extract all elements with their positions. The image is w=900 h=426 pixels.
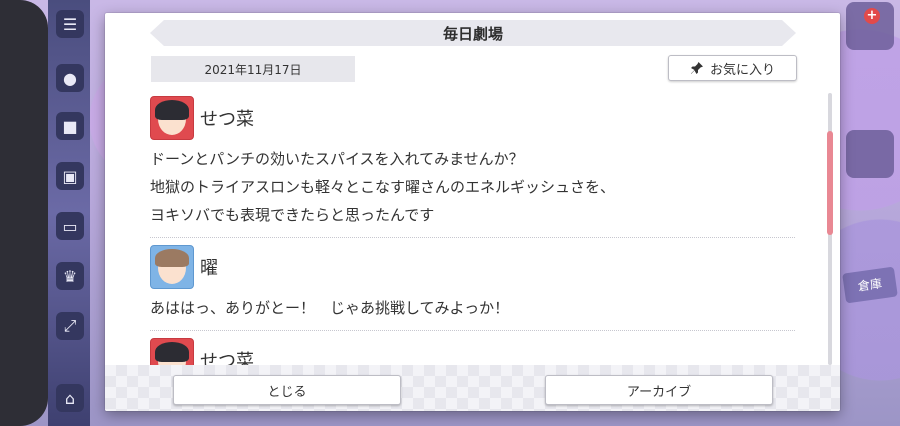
dialogue-line: ヨキソバでも表現できたらと思ったんです [150,206,435,224]
monitor-icon[interactable]: ▭ [56,212,84,240]
chat-icon[interactable]: ● [56,64,84,92]
dialogue-line: あははっ、ありがとー！ じゃあ挑戦してみよっか！ [150,299,510,317]
avatar [150,245,194,289]
right-panel-button[interactable] [846,130,894,178]
gift-icon[interactable]: ▣ [56,162,84,190]
speaker-name: せつ菜 [200,109,254,130]
device-bezel [0,0,48,426]
speaker-row: 曜 [150,244,800,290]
dialog-title: 毎日劇場 [150,20,796,46]
dialogue-entry: 曜 あははっ、ありがとー！ じゃあ挑戦してみよっか！ [150,244,800,331]
divider [150,330,795,331]
dialogue-entry: せつ菜 [150,337,800,365]
scrollbar-thumb[interactable] [827,131,833,235]
dialogue-line: ドーンとパンチの効いたスパイスを入れてみませんか？ [150,150,524,168]
date-label: 2021年11月17日 [151,56,355,82]
present-icon[interactable]: ■ [56,112,84,140]
trophy-icon[interactable]: ♛ [56,262,84,290]
dialogue-line: 地獄のトライアスロンも軽々とこなす曜さんのエネルギッシュさを、 [150,178,616,196]
menu-icon[interactable]: ☰ [56,10,84,38]
dialogue-entry: せつ菜 ドーンとパンチの効いたスパイスを入れてみませんか？ 地獄のトライアスロン… [150,95,800,238]
dialogue-log[interactable]: せつ菜 ドーンとパンチの効いたスパイスを入れてみませんか？ 地獄のトライアスロン… [150,93,800,365]
avatar [150,96,194,140]
favorite-button-label: お気に入り [709,62,775,78]
archive-button[interactable]: アーカイブ [545,375,773,405]
speaker-row: せつ菜 [150,337,800,365]
favorite-button[interactable]: お気に入り [668,55,797,81]
daily-theater-dialog: 毎日劇場 2021年11月17日 お気に入り せつ菜 ドーンとパンチの効いたスパ… [105,13,840,411]
speaker-name: 曜 [200,258,218,279]
close-button[interactable]: とじる [173,375,401,405]
home-icon[interactable]: ⌂ [56,384,84,412]
dialog-footer: とじる アーカイブ [105,365,840,411]
divider [150,237,795,238]
speaker-name: せつ菜 [200,351,254,365]
fullscreen-icon[interactable]: ⤢ [56,312,84,340]
avatar [150,338,194,365]
speaker-row: せつ菜 [150,95,800,141]
notification-badge: + [864,8,880,24]
pin-icon [690,62,703,74]
